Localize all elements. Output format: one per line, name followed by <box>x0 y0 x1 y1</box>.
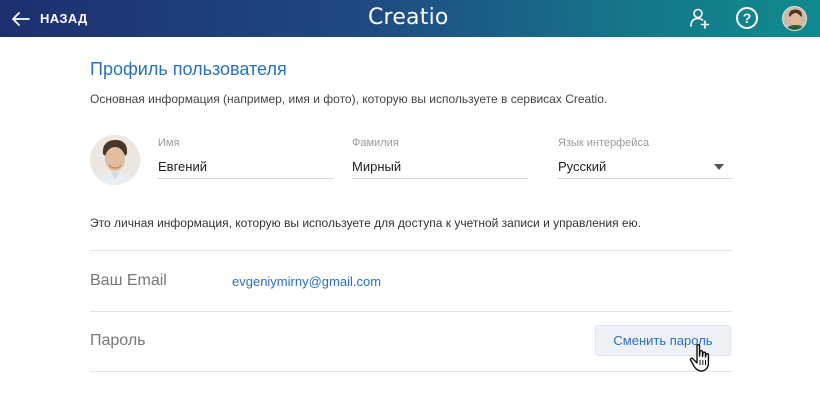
language-value: Русский <box>558 159 607 174</box>
email-label: Ваш Email <box>90 272 167 289</box>
add-user-icon <box>690 8 710 29</box>
language-select[interactable]: Русский <box>558 157 732 179</box>
help-button[interactable]: ? <box>735 6 759 30</box>
divider <box>90 371 732 372</box>
first-name-label: Имя <box>158 137 180 149</box>
last-name-field[interactable]: Фамилия Мирный <box>352 137 528 179</box>
app-logo: Creatio <box>368 5 449 30</box>
help-icon: ? <box>736 7 758 29</box>
language-label: Язык интерфейса <box>558 137 650 149</box>
top-bar: НАЗАД Creatio ? <box>0 0 820 37</box>
page-subtitle: Основная информация (например, имя и фот… <box>90 92 608 106</box>
page-title: Профиль пользователя <box>90 59 287 79</box>
divider <box>90 311 732 312</box>
avatar-image <box>783 7 806 30</box>
profile-photo[interactable] <box>90 135 140 185</box>
first-name-input[interactable]: Евгений <box>158 157 334 179</box>
arrow-left-icon <box>12 11 30 26</box>
last-name-input[interactable]: Мирный <box>352 157 528 179</box>
back-label: НАЗАД <box>40 11 88 26</box>
password-label: Пароль <box>90 332 146 349</box>
language-field[interactable]: Язык интерфейса Русский <box>558 137 732 179</box>
hand-cursor-icon <box>689 343 710 372</box>
profile-photo-image <box>90 135 140 185</box>
chevron-down-icon[interactable] <box>714 164 724 170</box>
divider <box>90 250 732 251</box>
user-avatar[interactable] <box>782 6 807 31</box>
last-name-label: Фамилия <box>352 137 399 149</box>
back-button[interactable]: НАЗАД <box>12 0 88 37</box>
email-value[interactable]: evgeniymirny@gmail.com <box>232 274 381 289</box>
add-user-button[interactable] <box>688 6 712 30</box>
first-name-field[interactable]: Имя Евгений <box>158 137 334 179</box>
account-info-text: Это личная информация, которую вы исполь… <box>90 216 641 230</box>
